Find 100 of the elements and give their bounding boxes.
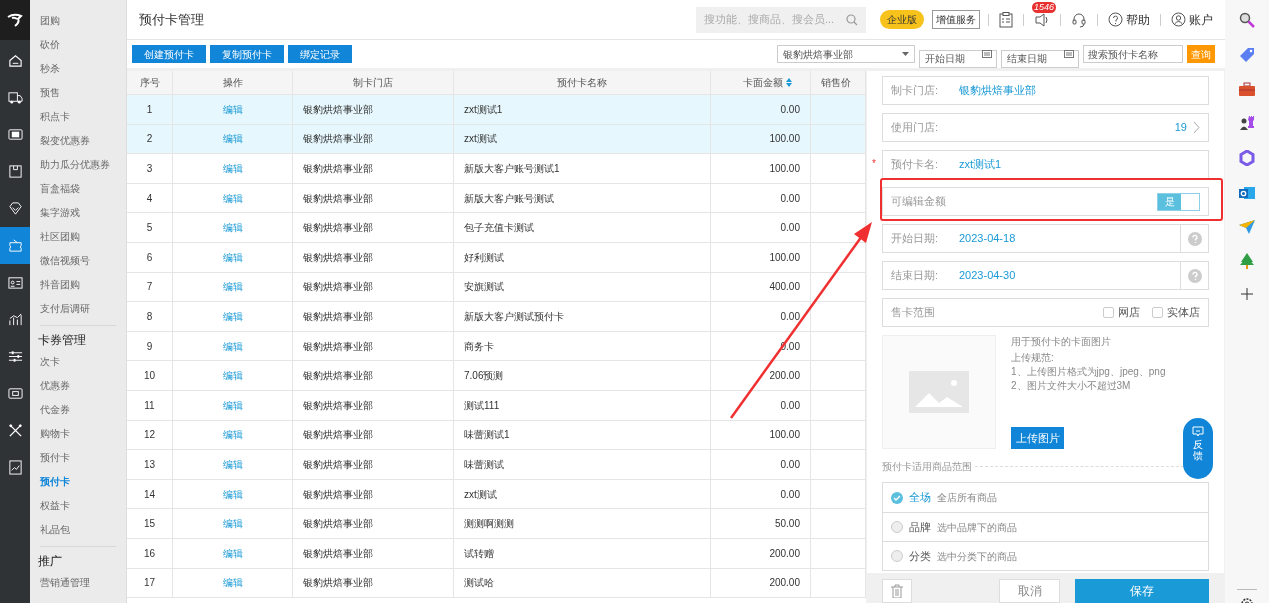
table-row[interactable]: 2 编辑 银豹烘焙事业部 zxt测试 100.00 xyxy=(127,124,866,155)
menu-item[interactable]: 社区团购 xyxy=(40,225,126,249)
toolbar-button[interactable]: 创建预付卡 xyxy=(132,45,206,63)
menu-item[interactable]: 裂变优惠券 xyxy=(40,129,126,153)
menu-item[interactable]: 支付后调研 xyxy=(40,297,126,321)
edit-link[interactable]: 编辑 xyxy=(222,545,243,561)
plus-icon[interactable] xyxy=(1241,288,1253,300)
edit-link[interactable]: 编辑 xyxy=(222,575,243,591)
checkbox[interactable] xyxy=(1103,307,1114,318)
menu-item[interactable]: 代金券 xyxy=(40,398,126,422)
menu-item[interactable]: 盲盒福袋 xyxy=(40,177,126,201)
column-header[interactable]: 卡面金额 xyxy=(711,71,811,94)
chess-pieces-icon[interactable] xyxy=(1239,115,1255,131)
edit-link[interactable]: 编辑 xyxy=(222,249,243,265)
radio-button[interactable] xyxy=(891,521,903,533)
table-row[interactable]: 4 编辑 银豹烘焙事业部 新版大客户账号测试 0.00 xyxy=(127,183,866,214)
table-row[interactable]: 17 编辑 银豹烘焙事业部 测试哈 200.00 xyxy=(127,568,866,599)
tree-icon[interactable] xyxy=(1239,253,1255,269)
edit-link[interactable]: 编辑 xyxy=(222,397,243,413)
feedback-button[interactable]: 反馈 xyxy=(1183,418,1213,479)
table-row[interactable]: 6 编辑 银豹烘焙事业部 好利测试 100.00 xyxy=(127,242,866,273)
checkbox-option[interactable]: 实体店 xyxy=(1152,304,1200,321)
help-button[interactable]: 帮助 xyxy=(1108,10,1150,29)
table-row[interactable]: 11 编辑 银豹烘焙事业部 测试111 0.00 xyxy=(127,390,866,421)
save-button[interactable]: 保存 xyxy=(1075,579,1209,603)
logo-icon[interactable] xyxy=(6,13,24,27)
edit-link[interactable]: 编辑 xyxy=(222,279,243,295)
checkbox[interactable] xyxy=(1152,307,1163,318)
table-cell-text: 15 xyxy=(143,517,156,532)
table-row[interactable]: 14 编辑 银豹烘焙事业部 zxt测试 0.00 xyxy=(127,479,866,510)
edit-link[interactable]: 编辑 xyxy=(222,308,243,324)
radio-option[interactable]: 品牌 选中品牌下的商品 xyxy=(883,512,1208,541)
table-row[interactable]: 3 编辑 银豹烘焙事业部 新版大客户账号测试1 100.00 xyxy=(127,154,866,184)
paper-plane-icon[interactable] xyxy=(1239,220,1255,234)
edit-link[interactable]: 编辑 xyxy=(222,516,243,532)
edit-link[interactable]: 编辑 xyxy=(222,101,243,117)
menu-item[interactable]: 礼品包 xyxy=(40,518,126,542)
card-name-search-field[interactable]: 搜索预付卡名称 xyxy=(1083,45,1183,63)
toolbar-button[interactable]: 绑定记录 xyxy=(288,45,352,63)
edit-link[interactable]: 编辑 xyxy=(222,338,243,354)
mail-icon[interactable] xyxy=(1239,185,1255,201)
upload-button[interactable]: 上传图片 xyxy=(1011,427,1064,449)
account-button[interactable]: 账户 xyxy=(1171,10,1213,29)
table-row[interactable]: 13 编辑 银豹烘焙事业部 味蕾测试 0.00 xyxy=(127,450,866,480)
use-store-row[interactable]: 使用门店: 19 xyxy=(882,113,1209,142)
search-icon[interactable] xyxy=(1239,12,1255,28)
end-date-field[interactable]: 结束日期 xyxy=(1001,49,1079,68)
edit-link[interactable]: 编辑 xyxy=(222,368,243,384)
cancel-button[interactable]: 取消 xyxy=(999,579,1060,603)
table-row[interactable]: 7 编辑 银豹烘焙事业部 安旗测试 400.00 xyxy=(127,272,866,303)
field-value: 2023-04-30 xyxy=(959,268,1017,284)
table-row[interactable]: 1 编辑 银豹烘焙事业部 zxt测试1 0.00 xyxy=(127,95,866,125)
table-row[interactable]: 5 编辑 银豹烘焙事业部 包子充值卡测试 0.00 xyxy=(127,213,866,243)
menu-item[interactable]: 优惠券 xyxy=(40,374,126,398)
value-added-button[interactable]: 增值服务 xyxy=(932,10,980,29)
radio-button[interactable] xyxy=(891,550,903,562)
menu-item[interactable]: 团购 xyxy=(40,9,126,33)
edit-link[interactable]: 编辑 xyxy=(222,131,243,147)
start-date-field[interactable]: 开始日期 xyxy=(919,49,997,68)
table-row[interactable]: 16 编辑 银豹烘焙事业部 试转赠 200.00 xyxy=(127,538,866,569)
table-row[interactable]: 12 编辑 银豹烘焙事业部 味蕾测试1 100.00 xyxy=(127,420,866,451)
table-row[interactable]: 10 编辑 银豹烘焙事业部 7.06预测 200.00 xyxy=(127,361,866,391)
search-field[interactable]: 搜功能、搜商品、搜会员... xyxy=(696,6,866,33)
speaker-icon[interactable] xyxy=(1034,11,1050,28)
menu-item[interactable]: 预售 xyxy=(40,81,126,105)
checkbox-option[interactable]: 网店 xyxy=(1103,304,1140,321)
edit-link[interactable]: 编辑 xyxy=(222,456,243,472)
menu-item[interactable]: 购物卡 xyxy=(40,422,126,446)
table-cell-text: 200.00 xyxy=(769,369,800,384)
headset-icon[interactable] xyxy=(1071,11,1087,28)
menu-item[interactable]: 微信视频号 xyxy=(40,249,126,273)
menu-item[interactable]: 营销通管理 xyxy=(40,571,126,595)
menu-item[interactable]: 助力瓜分优惠券 xyxy=(40,153,126,177)
menu-item[interactable]: 预付卡 xyxy=(40,470,126,494)
edit-link[interactable]: 编辑 xyxy=(222,161,243,176)
menu-item[interactable]: 集字游戏 xyxy=(40,201,126,225)
table-row[interactable]: 8 编辑 银豹烘焙事业部 新版大客户测试预付卡 0.00 xyxy=(127,302,866,332)
menu-item[interactable]: 砍价 xyxy=(40,33,126,57)
home-icon xyxy=(7,53,23,68)
clipboard-icon[interactable] xyxy=(999,11,1013,28)
table-cell-text: 包子充值卡测试 xyxy=(464,221,534,236)
edit-link[interactable]: 编辑 xyxy=(222,486,243,502)
radio-option[interactable]: 分类 选中分类下的商品 xyxy=(883,541,1208,570)
menu-item[interactable]: 秒杀 xyxy=(40,57,126,81)
menu-item[interactable]: 预付卡 xyxy=(40,446,126,470)
menu-item[interactable]: 权益卡 xyxy=(40,494,126,518)
table-row[interactable]: 15 编辑 银豹烘焙事业部 测测啊测测 50.00 xyxy=(127,509,866,539)
edit-link[interactable]: 编辑 xyxy=(222,220,243,236)
table-cell-text: 50.00 xyxy=(774,517,800,532)
menu-item[interactable]: 次卡 xyxy=(40,350,126,374)
tag-icon[interactable] xyxy=(1239,47,1255,63)
edit-link[interactable]: 编辑 xyxy=(222,190,243,206)
toolbox-icon[interactable] xyxy=(1239,82,1255,96)
toolbar-button[interactable]: 复制预付卡 xyxy=(210,45,284,63)
radio-button[interactable] xyxy=(891,491,903,504)
edit-link[interactable]: 编辑 xyxy=(222,427,243,443)
menu-item[interactable]: 积点卡 xyxy=(40,105,126,129)
store-select[interactable]: 银豹烘焙事业部 xyxy=(777,45,915,63)
radio-option[interactable]: 全场 全店所有商品 xyxy=(883,483,1208,512)
menu-item[interactable]: 抖音团购 xyxy=(40,273,126,297)
